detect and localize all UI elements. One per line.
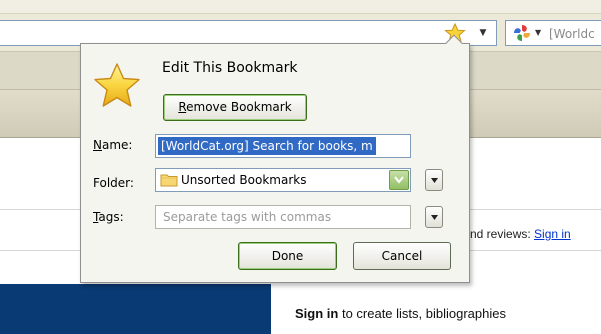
chevron-down-icon [431, 215, 438, 220]
tags-label: Tags: [93, 210, 124, 224]
name-accel: N [93, 138, 102, 152]
done-button[interactable]: Done [238, 242, 337, 270]
chevron-down-icon [431, 178, 438, 183]
remove-label: emove Bookmark [186, 100, 292, 114]
folder-icon [160, 174, 178, 187]
folder-value: Unsorted Bookmarks [181, 173, 307, 187]
sign-in-prompt: Sign in to create lists, bibliographies [295, 306, 506, 321]
remove-bookmark-button[interactable]: Remove Bookmark [163, 94, 307, 121]
chevron-down-icon [394, 176, 404, 184]
dialog-title: Edit This Bookmark [162, 60, 298, 76]
url-history-dropdown-icon[interactable]: ▼ [476, 24, 490, 42]
sign-in-link[interactable]: Sign in [534, 227, 571, 241]
folder-label: Folder: [93, 176, 134, 190]
sign-in-bold-link[interactable]: Sign in [295, 306, 338, 321]
name-field[interactable]: [WorldCat.org] Search for books, m [155, 134, 411, 158]
reviews-label: nd reviews: [470, 227, 535, 241]
name-label-text: ame: [101, 138, 133, 152]
tags-label-text: ags: [98, 210, 124, 224]
folder-dropdown-button[interactable] [389, 170, 409, 190]
name-label: Name: [93, 138, 132, 152]
page-banner [0, 284, 271, 334]
remove-accel: R [178, 100, 187, 114]
folder-tree-expander[interactable] [425, 169, 443, 191]
bookmark-star-icon [94, 63, 140, 107]
tags-selector-expander[interactable] [425, 206, 443, 228]
window-top-strip [0, 0, 601, 14]
reviews-text: nd reviews: Sign in [470, 227, 571, 241]
search-engine-dropdown-icon[interactable]: ▼ [535, 24, 545, 42]
sign-in-prompt-text: to create lists, bibliographies [338, 306, 506, 321]
tags-placeholder[interactable]: Separate tags with commas [163, 210, 331, 224]
search-engine-icon[interactable] [512, 23, 532, 43]
search-input[interactable]: [Worldc [549, 27, 595, 41]
name-value[interactable]: [WorldCat.org] Search for books, m [158, 137, 376, 155]
cancel-button[interactable]: Cancel [353, 242, 451, 270]
